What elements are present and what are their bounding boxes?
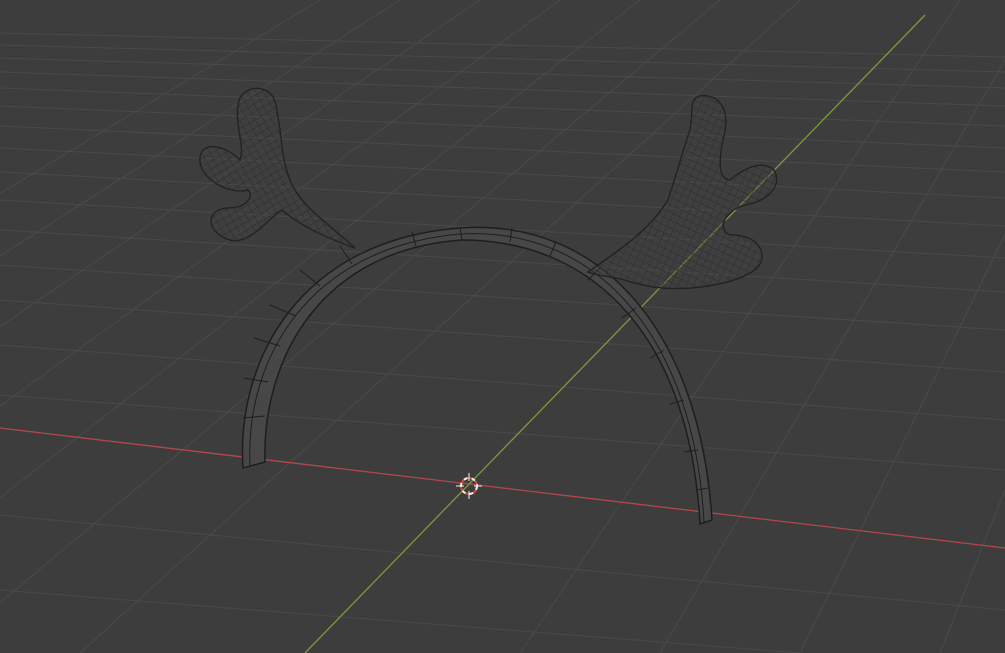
antler-right[interactable] (586, 95, 778, 290)
floor-grid (0, 0, 1005, 653)
viewport-canvas[interactable] (0, 0, 1005, 653)
y-axis-line (304, 14, 926, 653)
antler-left[interactable] (199, 87, 356, 249)
x-axis-line (0, 427, 1005, 549)
3d-cursor-icon[interactable] (456, 473, 482, 499)
3d-viewport[interactable] (0, 0, 1005, 653)
